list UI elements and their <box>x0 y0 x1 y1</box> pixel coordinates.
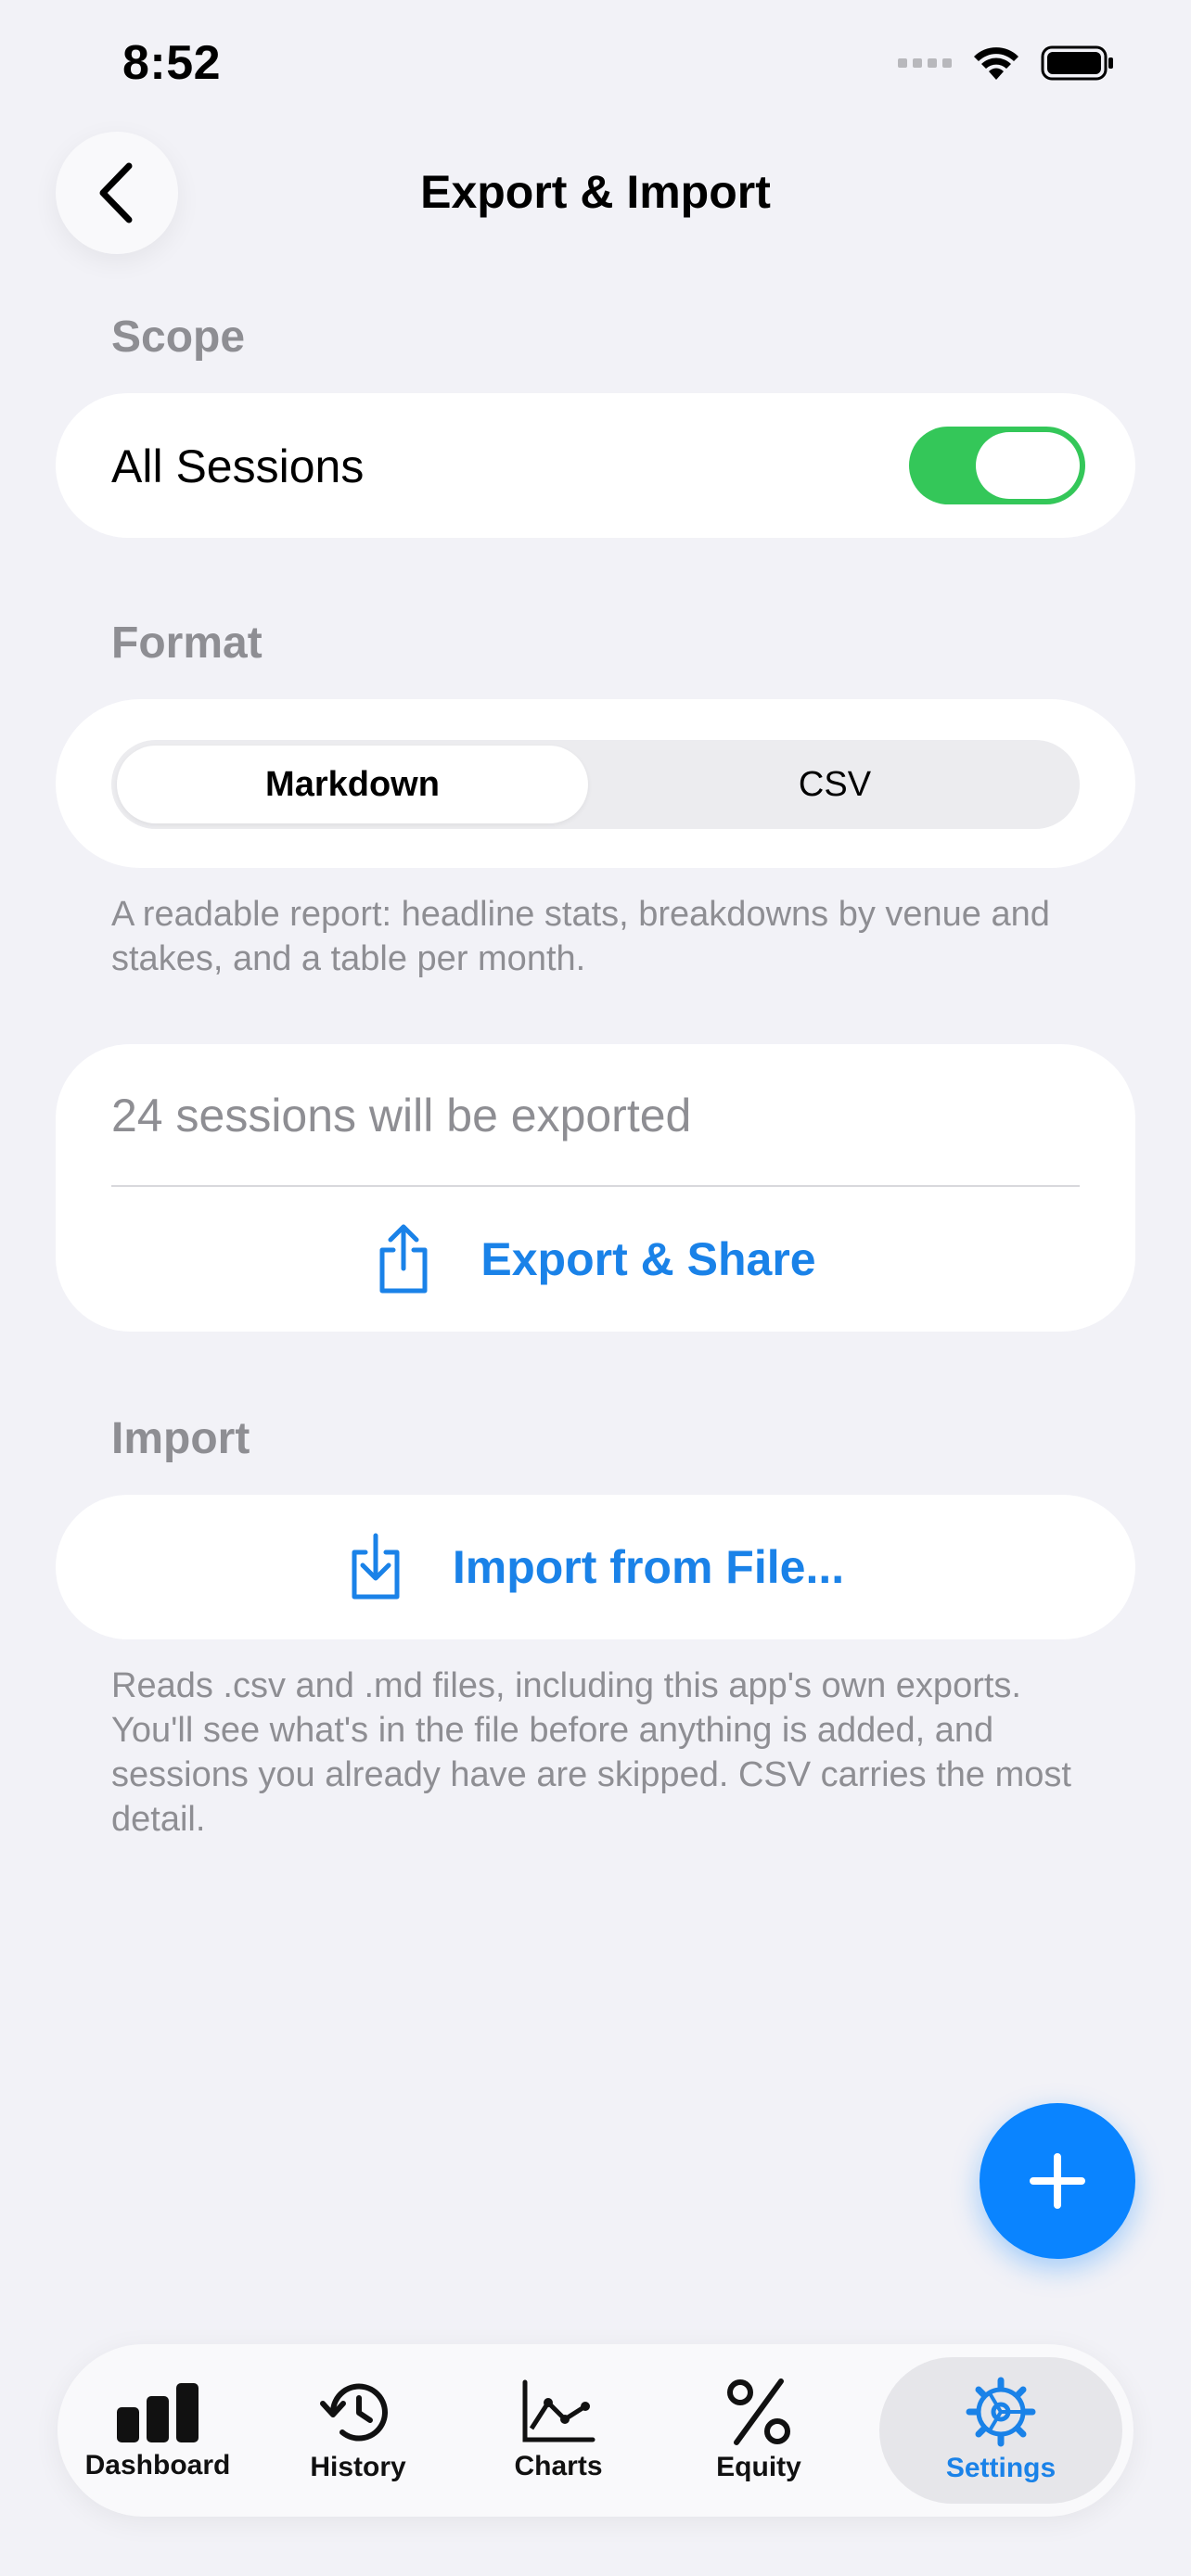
export-count-text: 24 sessions will be exported <box>111 1090 692 1141</box>
import-from-file-button[interactable]: Import from File... <box>56 1495 1135 1639</box>
export-card: 24 sessions will be exported Export & Sh… <box>56 1044 1135 1332</box>
import-icon <box>352 1533 400 1600</box>
battery-icon <box>1041 45 1113 81</box>
add-session-button[interactable] <box>980 2103 1135 2259</box>
plus-icon <box>1030 2153 1085 2209</box>
tab-settings[interactable]: Settings <box>879 2357 1122 2504</box>
gear-icon <box>966 2377 1036 2447</box>
format-segmented-control: Markdown CSV <box>111 740 1080 829</box>
format-section-label: Format <box>111 618 263 668</box>
tab-dashboard[interactable]: Dashboard <box>58 2357 258 2504</box>
import-description: Reads .csv and .md files, including this… <box>111 1666 1071 1839</box>
tab-charts[interactable]: Charts <box>458 2357 659 2504</box>
tab-bar: Dashboard History Charts Equity Settings <box>58 2344 1133 2517</box>
all-sessions-toggle[interactable] <box>909 427 1085 504</box>
all-sessions-label: All Sessions <box>111 440 365 492</box>
scope-section-label: Scope <box>111 312 246 362</box>
toggle-knob <box>976 432 1080 499</box>
segment-markdown[interactable]: Markdown <box>117 746 588 823</box>
export-share-button[interactable]: Export & Share <box>56 1187 1135 1332</box>
percent-icon <box>727 2378 790 2445</box>
tab-history[interactable]: History <box>258 2357 458 2504</box>
format-description: A readable report: headline stats, break… <box>111 895 1050 978</box>
history-icon <box>320 2383 388 2442</box>
wifi-icon <box>974 47 1018 80</box>
share-icon <box>379 1224 428 1294</box>
cellular-signal-icon <box>898 58 952 68</box>
line-chart-icon <box>522 2379 596 2442</box>
tab-equity[interactable]: Equity <box>659 2357 859 2504</box>
status-icons <box>898 45 1115 82</box>
page-title: Export & Import <box>420 166 771 218</box>
import-from-file-label: Import from File... <box>452 1541 845 1593</box>
segment-csv[interactable]: CSV <box>596 746 1074 823</box>
import-section-label: Import <box>111 1414 250 1463</box>
scope-card: All Sessions <box>56 393 1135 538</box>
format-card: Markdown CSV <box>56 699 1135 868</box>
bar-chart-icon <box>117 2383 198 2442</box>
export-share-label: Export & Share <box>480 1233 816 1285</box>
status-time: 8:52 <box>122 36 222 90</box>
